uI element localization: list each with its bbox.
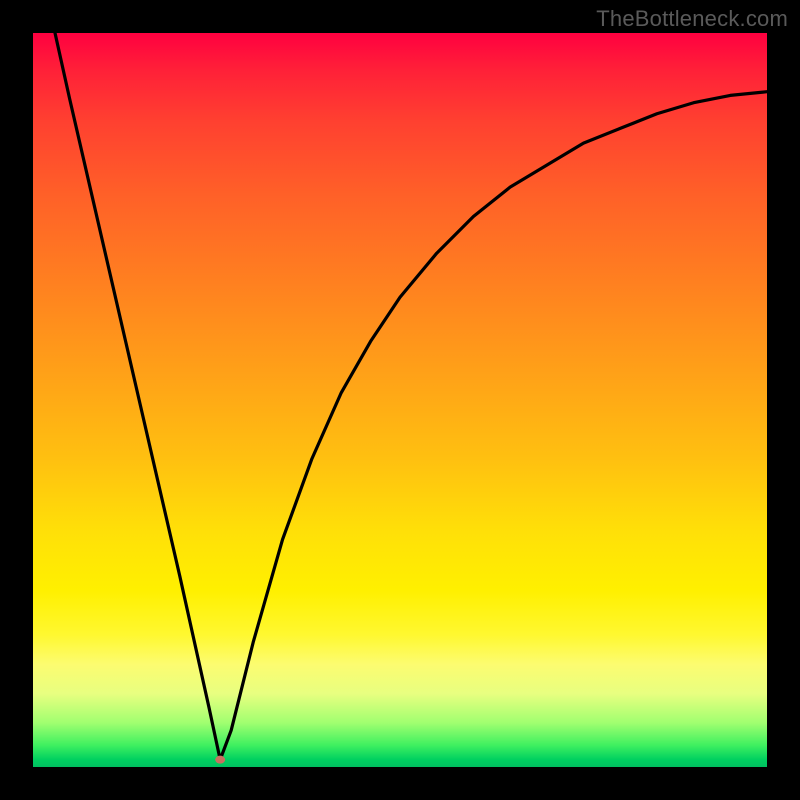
chart-frame: TheBottleneck.com [0, 0, 800, 800]
chart-svg [33, 33, 767, 767]
bottleneck-curve [55, 33, 767, 760]
plot-area [33, 33, 767, 767]
watermark-text: TheBottleneck.com [596, 6, 788, 32]
min-marker [215, 756, 225, 764]
